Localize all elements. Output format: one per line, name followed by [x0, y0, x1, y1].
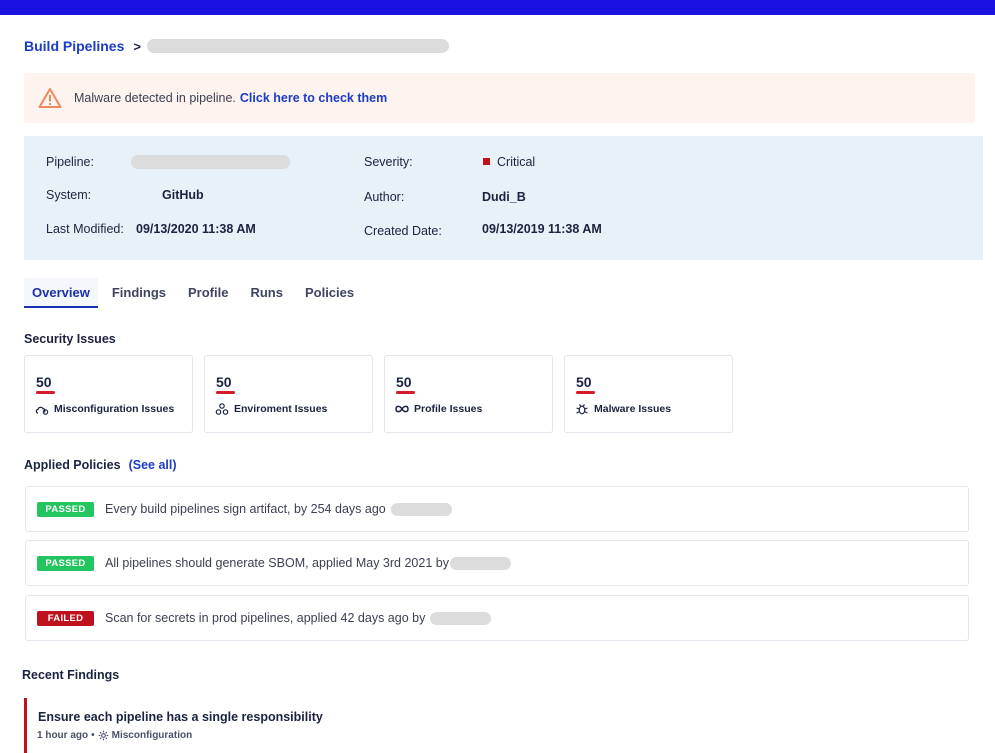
card-label-text: Enviroment Issues [234, 403, 328, 415]
author-label: Author: [364, 190, 405, 204]
count-underline [396, 391, 415, 394]
finding-time: 1 hour ago [37, 730, 89, 741]
status-badge: FAILED [37, 610, 94, 626]
system-label: System: [46, 188, 92, 202]
redacted-user [390, 502, 452, 516]
pipeline-info-panel: Pipeline: System: GitHub Last Modified: … [24, 136, 983, 260]
card-label: Enviroment Issues [215, 403, 327, 415]
card-label-text: Misconfiguration Issues [54, 403, 175, 415]
tab-policies[interactable]: Policies [297, 278, 362, 308]
card-label-text: Profile Issues [414, 403, 483, 415]
card-label: Profile Issues [395, 403, 482, 415]
policy-row[interactable]: PASSED Every build pipelines sign artifa… [25, 486, 969, 532]
see-all-link[interactable]: (See all) [129, 458, 177, 472]
misconfiguration-issues-card[interactable]: 50 Misconfiguration Issues [24, 355, 193, 433]
finding-title: Ensure each pipeline has a single respon… [38, 710, 323, 724]
card-label: Malware Issues [575, 403, 671, 415]
count-underline [576, 391, 595, 394]
issue-count: 50 [396, 374, 412, 390]
finding-item[interactable]: Ensure each pipeline has a single respon… [24, 698, 524, 753]
redacted-user [449, 556, 511, 570]
warning-triangle-icon [38, 87, 62, 109]
alert-check-link[interactable]: Click here to check them [240, 91, 387, 105]
alert-message: Malware detected in pipeline. [74, 91, 236, 105]
created-date-label: Created Date: [364, 224, 442, 238]
breadcrumb: Build Pipelines > [24, 37, 449, 55]
redacted-pipeline-name [146, 39, 449, 53]
count-underline [36, 391, 55, 394]
breadcrumb-separator: > [133, 38, 141, 54]
applied-policies-title: Applied Policies (See all) [24, 458, 177, 472]
severity-label: Severity: [364, 155, 413, 169]
tab-bar: Overview Findings Profile Runs Policies [24, 278, 368, 310]
created-date-value: 09/13/2019 11:38 AM [482, 222, 602, 236]
redacted-user [430, 611, 492, 625]
last-modified-label: Last Modified: [46, 222, 124, 236]
finding-category: Misconfiguration [111, 730, 193, 741]
status-badge: PASSED [37, 501, 94, 517]
policy-text: All pipelines should generate SBOM, appl… [105, 556, 449, 570]
policy-row[interactable]: FAILED Scan for secrets in prod pipeline… [25, 595, 969, 641]
system-value: GitHub [162, 188, 204, 202]
issue-count: 50 [216, 374, 232, 390]
severity-value: Critical [497, 155, 536, 169]
last-modified-value: 09/13/2020 11:38 AM [136, 222, 256, 236]
tab-runs[interactable]: Runs [242, 278, 291, 308]
breadcrumb-build-pipelines-link[interactable]: Build Pipelines [24, 38, 124, 54]
environment-issues-card[interactable]: 50 Enviroment Issues [204, 355, 373, 433]
finding-meta: 1 hour ago • Misconfiguration [37, 730, 192, 741]
policy-text: Scan for secrets in prod pipelines, appl… [105, 611, 426, 625]
gear-icon [98, 730, 108, 741]
severity-indicator [483, 158, 490, 165]
infinity-icon [395, 405, 409, 413]
meta-dot: • [91, 730, 95, 741]
policy-row[interactable]: PASSED All pipelines should generate SBO… [25, 540, 969, 586]
recent-findings-title: Recent Findings [22, 668, 120, 682]
applied-policies-heading: Applied Policies [24, 458, 121, 472]
count-underline [216, 391, 235, 394]
cluster-icon [215, 403, 229, 415]
policy-text: Every build pipelines sign artifact, by … [105, 502, 386, 516]
bug-icon [576, 404, 588, 415]
malware-issues-card[interactable]: 50 Malware Issues [564, 355, 733, 433]
card-label: Misconfiguration Issues [35, 403, 174, 415]
author-value: Dudi_B [482, 190, 526, 204]
card-label-text: Malware Issues [594, 403, 672, 415]
tab-profile[interactable]: Profile [180, 278, 236, 308]
profile-issues-card[interactable]: 50 Profile Issues [384, 355, 553, 433]
status-badge: PASSED [37, 555, 94, 571]
gear-cloud-icon [35, 406, 49, 415]
tab-findings[interactable]: Findings [104, 278, 174, 308]
redacted-pipeline-value [131, 155, 290, 169]
tab-overview[interactable]: Overview [24, 278, 98, 308]
malware-alert: Malware detected in pipeline. Click here… [24, 73, 975, 123]
security-issues-title: Security Issues [24, 332, 116, 346]
issue-count: 50 [576, 374, 592, 390]
issue-count: 50 [36, 374, 52, 390]
pipeline-label: Pipeline: [46, 155, 94, 169]
top-bar [0, 0, 995, 15]
